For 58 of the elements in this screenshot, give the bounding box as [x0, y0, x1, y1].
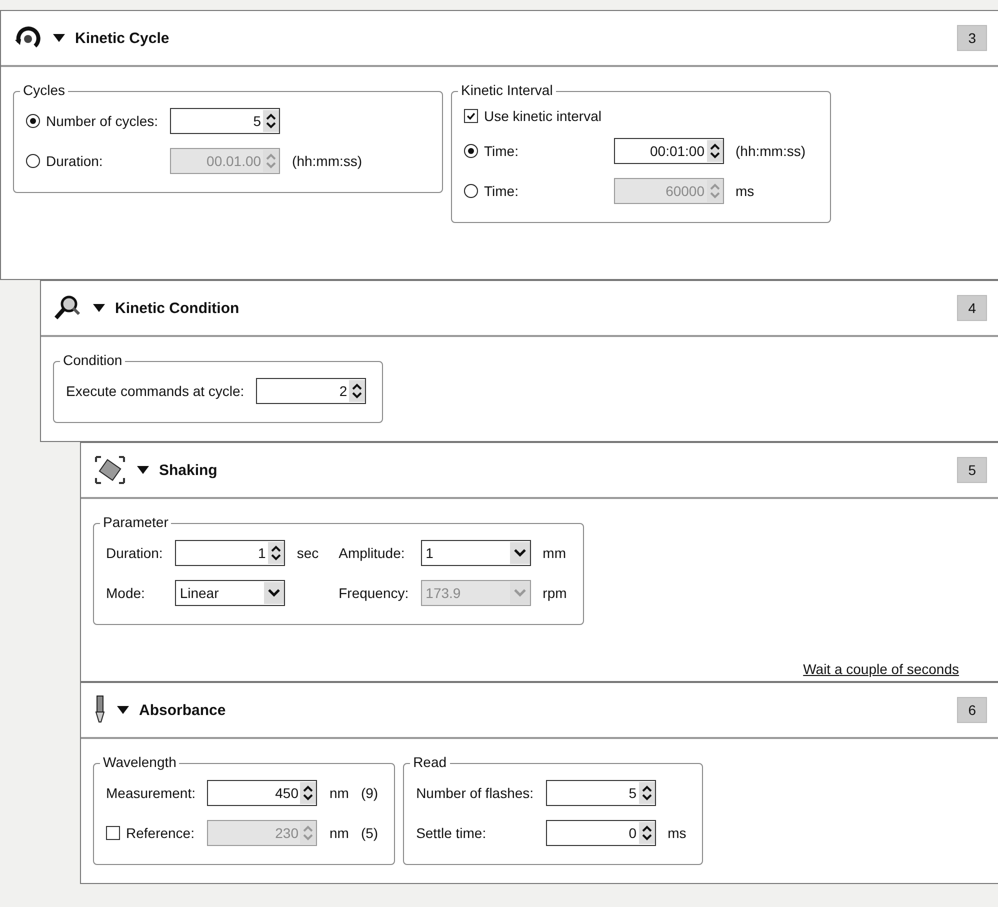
unit-label: (9): [360, 785, 378, 801]
spin-field[interactable]: 0: [546, 820, 656, 846]
radio-option[interactable]: Time:: [464, 183, 602, 199]
unit-label: sec: [296, 545, 319, 561]
caret-down-icon[interactable]: [53, 33, 65, 43]
unit-label: nm: [329, 785, 349, 801]
caret-down-icon[interactable]: [137, 465, 149, 475]
group-title: Parameter: [100, 514, 172, 530]
pipette-icon: [93, 695, 107, 725]
group-title: Wavelength: [100, 754, 180, 770]
unit-label: ms: [668, 825, 686, 841]
step-title: Absorbance: [139, 702, 227, 718]
unit-label: nm: [329, 825, 349, 841]
field-label: Execute commands at cycle:: [66, 383, 244, 399]
checkbox[interactable]: [106, 826, 120, 840]
field-label: Duration:: [106, 545, 163, 561]
step-number: 5: [957, 457, 987, 483]
dropdown[interactable]: Linear: [174, 580, 285, 606]
step-number: 6: [957, 697, 987, 723]
field-label: Measurement:: [106, 785, 196, 801]
spin-field[interactable]: 2: [256, 378, 366, 404]
unit-label: rpm: [542, 585, 567, 601]
step-title: Shaking: [159, 462, 218, 478]
spin-field[interactable]: 450: [207, 780, 318, 806]
spin-field[interactable]: 5: [546, 780, 656, 806]
unit-label: (hh:mm:ss): [292, 153, 362, 169]
field-label: Number of flashes:: [416, 785, 534, 801]
checkbox-option[interactable]: Use kinetic interval: [464, 108, 602, 124]
radio-option[interactable]: Duration:: [26, 153, 158, 169]
unit-label: mm: [542, 545, 567, 561]
field-label: Frequency:: [338, 585, 409, 601]
group-title: Condition: [60, 352, 126, 368]
field-label: Settle time:: [416, 825, 488, 841]
checkbox[interactable]: [464, 109, 478, 123]
wait-link[interactable]: Wait a couple of seconds: [803, 661, 959, 677]
step-number: 4: [957, 295, 987, 321]
caret-down-icon[interactable]: [93, 303, 105, 313]
checkbox-option[interactable]: Reference:: [106, 825, 196, 841]
magnifier-icon: [53, 294, 83, 322]
unit-label: (5): [360, 825, 378, 841]
step-title: Kinetic Condition: [115, 300, 240, 316]
spin-field[interactable]: 00:01:00: [614, 138, 724, 164]
unit-label: ms: [736, 183, 756, 199]
dropdown[interactable]: 1: [420, 540, 531, 566]
caret-down-icon[interactable]: [117, 705, 129, 715]
radio-option[interactable]: Number of cycles:: [26, 113, 158, 129]
group-title: Read: [410, 754, 450, 770]
step-title: Kinetic Cycle: [75, 30, 170, 46]
field-label: Amplitude:: [338, 545, 406, 561]
group-title: Kinetic Interval: [458, 82, 556, 98]
spin-field[interactable]: 1: [174, 540, 285, 566]
radio-option[interactable]: Time:: [464, 143, 602, 159]
plate-arrows-icon: [93, 454, 127, 486]
unit-label: (hh:mm:ss): [736, 143, 806, 159]
spin-field[interactable]: 5: [170, 108, 280, 134]
field-label: Mode:: [106, 585, 146, 601]
step-number: 3: [957, 25, 987, 51]
group-title: Cycles: [20, 82, 68, 98]
